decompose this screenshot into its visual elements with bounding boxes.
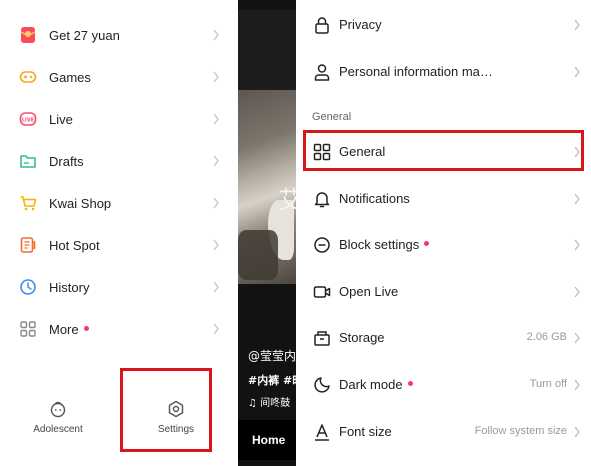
notification-dot bbox=[407, 381, 413, 387]
general-highlight-box bbox=[303, 130, 584, 171]
video-overlay-text: 艾 bbox=[278, 186, 296, 214]
menu-item-live[interactable]: LIVE Live bbox=[0, 98, 238, 140]
menu-item-history[interactable]: History bbox=[0, 266, 238, 308]
dark-mode-value: Turn off bbox=[529, 378, 567, 390]
settings-highlight-box bbox=[120, 368, 212, 452]
storage-box-icon bbox=[314, 331, 330, 346]
chevron-right-icon bbox=[574, 332, 580, 344]
chevron-right-icon bbox=[213, 281, 219, 293]
video-preview[interactable]: 艾 @莹莹内 #内裤 #时 ♫ 间咚鼓 Home bbox=[238, 0, 296, 466]
settings-item-label: Notifications bbox=[339, 191, 410, 206]
settings-item-label: Open Live bbox=[339, 284, 399, 299]
chevron-right-icon bbox=[213, 197, 219, 209]
red-envelope-icon bbox=[19, 26, 37, 44]
menu-label: Games bbox=[49, 69, 91, 85]
settings-item-label: Storage bbox=[339, 330, 385, 345]
video-username[interactable]: @莹莹内 bbox=[248, 347, 296, 364]
menu-label: More bbox=[49, 322, 89, 337]
chevron-right-icon bbox=[213, 239, 219, 251]
bell-icon bbox=[314, 192, 330, 208]
video-top-area bbox=[238, 10, 296, 90]
cart-icon bbox=[19, 194, 37, 212]
menu-label: Drafts bbox=[49, 153, 84, 169]
settings-item-label: Font size bbox=[339, 424, 392, 439]
menu-item-hot-spot[interactable]: Hot Spot bbox=[0, 224, 238, 266]
video-music-text: 间咚鼓 bbox=[260, 398, 291, 409]
folder-icon bbox=[19, 152, 37, 170]
live-icon: LIVE bbox=[19, 110, 37, 128]
menu-item-kwai-shop[interactable]: Kwai Shop bbox=[0, 182, 238, 224]
settings-item-notifications[interactable]: Notifications bbox=[296, 179, 591, 219]
section-header-general: General bbox=[312, 111, 352, 123]
settings-item-label: Dark mode bbox=[339, 377, 413, 392]
settings-item-label-text: Block settings bbox=[339, 237, 420, 252]
settings-item-font-size[interactable]: Font size Follow system size bbox=[296, 412, 591, 452]
video-hashtags[interactable]: #内裤 #时 bbox=[248, 372, 296, 388]
settings-item-label: Privacy bbox=[339, 17, 382, 32]
video-camera-icon bbox=[313, 286, 331, 298]
hot-spot-icon bbox=[19, 236, 37, 254]
side-drawer: Get 27 yuan Games LIVE Live Drafts Kwai … bbox=[0, 0, 238, 466]
menu-label: Hot Spot bbox=[49, 237, 100, 253]
clock-icon bbox=[19, 278, 37, 296]
chevron-right-icon bbox=[574, 239, 580, 251]
settings-item-dark-mode[interactable]: Dark mode Turn off bbox=[296, 365, 591, 405]
menu-label-text: More bbox=[49, 321, 79, 337]
person-icon bbox=[314, 64, 330, 81]
menu-item-drafts[interactable]: Drafts bbox=[0, 140, 238, 182]
settings-item-privacy[interactable]: Privacy bbox=[296, 5, 591, 45]
chevron-right-icon bbox=[574, 379, 580, 391]
chevron-right-icon bbox=[213, 29, 219, 41]
chevron-right-icon bbox=[213, 323, 219, 335]
grid-icon bbox=[19, 320, 37, 338]
menu-item-get-27-yuan[interactable]: Get 27 yuan bbox=[0, 14, 238, 56]
block-icon bbox=[314, 237, 330, 253]
chevron-right-icon bbox=[213, 71, 219, 83]
menu-label: History bbox=[49, 279, 90, 295]
child-face-icon bbox=[50, 401, 66, 418]
lock-icon bbox=[315, 17, 329, 34]
menu-label: Live bbox=[49, 111, 73, 127]
chevron-right-icon bbox=[574, 286, 580, 298]
moon-icon bbox=[314, 377, 330, 393]
settings-item-label: Block settings bbox=[339, 237, 430, 252]
menu-item-games[interactable]: Games bbox=[0, 56, 238, 98]
settings-item-open-live[interactable]: Open Live bbox=[296, 272, 591, 312]
settings-item-storage[interactable]: Storage 2.06 GB bbox=[296, 318, 591, 358]
settings-item-label: Personal information ma… bbox=[339, 64, 493, 79]
settings-panel: Privacy Personal information ma… General… bbox=[296, 0, 591, 466]
menu-label: Get 27 yuan bbox=[49, 27, 120, 43]
storage-value: 2.06 GB bbox=[526, 331, 567, 343]
chevron-right-icon bbox=[574, 19, 580, 31]
chevron-right-icon bbox=[574, 66, 580, 78]
menu-item-more[interactable]: More bbox=[0, 308, 238, 350]
gamepad-icon bbox=[19, 68, 37, 86]
settings-item-block-settings[interactable]: Block settings bbox=[296, 225, 591, 265]
font-size-icon bbox=[315, 424, 329, 441]
svg-text:LIVE: LIVE bbox=[22, 118, 35, 124]
notification-dot bbox=[424, 241, 430, 247]
chevron-right-icon bbox=[574, 193, 580, 205]
settings-item-personal-information[interactable]: Personal information ma… bbox=[296, 52, 591, 92]
chevron-right-icon bbox=[574, 426, 580, 438]
music-note-icon: ♫ bbox=[248, 398, 261, 409]
chevron-right-icon bbox=[213, 155, 219, 167]
settings-item-label-text: Dark mode bbox=[339, 377, 403, 392]
menu-label: Kwai Shop bbox=[49, 195, 112, 211]
notification-dot bbox=[83, 325, 89, 331]
video-music[interactable]: ♫ 间咚鼓 bbox=[248, 394, 290, 409]
font-size-value: Follow system size bbox=[474, 425, 567, 437]
chevron-right-icon bbox=[213, 113, 219, 125]
home-tab[interactable]: Home bbox=[252, 433, 285, 447]
adolescent-label: Adolescent bbox=[33, 424, 83, 435]
adolescent-button[interactable]: Adolescent bbox=[30, 400, 86, 435]
